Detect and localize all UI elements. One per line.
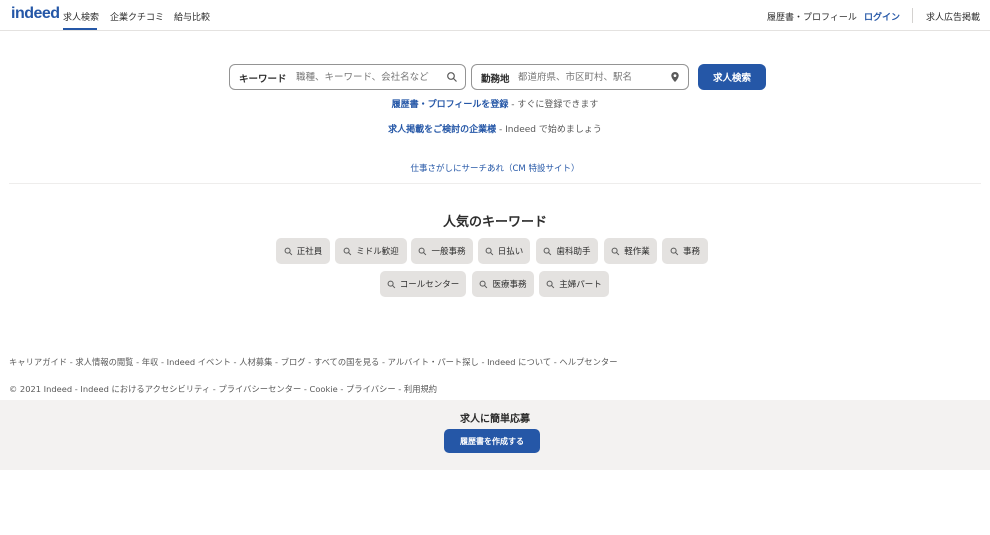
legal-link[interactable]: Indeed におけるアクセシビリティ: [80, 384, 210, 394]
link-separator: -: [379, 357, 388, 367]
keyword-chip-label: 事務: [682, 247, 700, 257]
login-link[interactable]: ログイン: [864, 10, 900, 23]
resume-register-link[interactable]: 履歴書・プロフィールを登録: [392, 100, 509, 110]
keyword-chip[interactable]: 医療事務: [472, 271, 534, 297]
keyword-chip[interactable]: コールセンター: [380, 271, 466, 297]
keyword-label: キーワード: [239, 74, 287, 85]
location-search-box[interactable]: 勤務地: [471, 64, 689, 90]
search-icon: [480, 280, 488, 288]
footer-link[interactable]: Indeed について: [487, 357, 551, 367]
legal-link[interactable]: プライバシーセンター: [218, 384, 301, 394]
footer-legal: © 2021 Indeed - Indeed におけるアクセシビリティ - プラ…: [9, 383, 437, 395]
footer-link[interactable]: ヘルプセンター: [559, 357, 617, 367]
link-separator: -: [395, 384, 404, 394]
search-icon: [387, 280, 396, 288]
keyword-chip-label: 歯科助手: [556, 247, 591, 257]
keyword-chip-label: 正社員: [296, 247, 323, 257]
nav-company-reviews[interactable]: 企業クチコミ: [110, 10, 164, 23]
footer-link[interactable]: ブログ: [281, 357, 306, 367]
keyword-chip[interactable]: 主婦パート: [539, 271, 609, 297]
link-separator: -: [301, 384, 310, 394]
search-icon: [485, 247, 494, 255]
footer-link[interactable]: キャリアガイド: [9, 357, 67, 367]
keyword-chip-label: 日払い: [497, 247, 524, 257]
link-separator: -: [158, 357, 167, 367]
link-separator: -: [305, 357, 314, 367]
keyword-chip[interactable]: 正社員: [276, 238, 330, 264]
employer-promo: 求人掲載をご検討の企業様 - Indeed で始めましょう: [0, 122, 990, 135]
link-separator: -: [133, 357, 142, 367]
search-icon: [670, 247, 679, 255]
employers-link[interactable]: 求人広告掲載: [926, 10, 980, 23]
footer-link[interactable]: アルバイト・パート探し: [388, 357, 479, 367]
location-input[interactable]: [518, 68, 668, 86]
keyword-chip[interactable]: 事務: [662, 238, 708, 264]
resume-profile-link[interactable]: 履歴書・プロフィール: [767, 10, 857, 23]
keyword-chip-label: 一般事務: [431, 247, 466, 257]
search-icon: [343, 247, 352, 255]
keyword-chip[interactable]: 一般事務: [411, 238, 473, 264]
create-resume-button[interactable]: 履歴書を作成する: [444, 429, 540, 453]
legal-link[interactable]: プライバシー: [346, 384, 396, 394]
keyword-chip-label: 主婦パート: [559, 280, 602, 290]
easy-apply-section: 求人に簡単応募 履歴書を作成する: [0, 400, 990, 470]
keyword-chip-label: 軽作業: [624, 247, 650, 257]
location-label: 勤務地: [481, 74, 510, 85]
resume-promo-text: - すぐに登録できます: [508, 100, 599, 110]
footer-link[interactable]: 人材募集: [239, 357, 272, 367]
link-separator: -: [337, 384, 346, 394]
employer-post-link[interactable]: 求人掲載をご検討の企業様: [388, 125, 496, 135]
section-divider: [9, 183, 981, 184]
keyword-search-box[interactable]: キーワード: [229, 64, 466, 90]
link-separator: -: [230, 357, 240, 367]
employer-promo-text: - Indeed で始めましょう: [496, 125, 602, 135]
header-divider: [912, 8, 913, 23]
nav-salary[interactable]: 給与比較: [174, 10, 210, 23]
search-icon: [544, 247, 552, 255]
footer-link[interactable]: すべての国を見る: [314, 357, 379, 367]
top-header: indeed 求人検索 企業クチコミ 給与比較 履歴書・プロフィール ログイン …: [0, 0, 990, 31]
cm-site-link[interactable]: 仕事さがしにサーチあれ（CM 特設サイト）: [0, 162, 990, 174]
footer-link[interactable]: Indeed イベント: [167, 357, 231, 367]
link-separator: -: [272, 357, 281, 367]
easy-apply-title: 求人に簡単応募: [460, 414, 530, 425]
link-separator: -: [478, 357, 488, 367]
search-icon: [284, 247, 293, 255]
location-pin-icon: [671, 72, 679, 82]
footer-links: キャリアガイド - 求人情報の閲覧 - 年収 - Indeed イベント - 人…: [9, 356, 618, 368]
keyword-chip[interactable]: ミドル歓迎: [335, 238, 407, 264]
legal-link[interactable]: Cookie: [310, 384, 338, 394]
keyword-chip[interactable]: 日払い: [478, 238, 530, 264]
footer-link[interactable]: 年収: [142, 357, 159, 367]
nav-job-search[interactable]: 求人検索: [63, 10, 99, 23]
keyword-chip[interactable]: 軽作業: [604, 238, 657, 264]
keyword-chip[interactable]: 歯科助手: [536, 238, 598, 264]
footer-link[interactable]: 求人情報の閲覧: [75, 357, 133, 367]
nav-active-underline: [63, 28, 97, 30]
keyword-chip-label: ミドル歓迎: [356, 247, 399, 257]
legal-link[interactable]: 利用規約: [404, 384, 437, 394]
search-icon: [546, 280, 555, 288]
search-icon: [419, 247, 427, 255]
popular-keywords-title: 人気のキーワード: [442, 215, 547, 230]
indeed-logo[interactable]: indeed: [11, 5, 60, 23]
keyword-chip-label: コールセンター: [399, 280, 460, 290]
keyword-input[interactable]: [296, 68, 446, 86]
search-icon: [447, 72, 457, 82]
resume-promo: 履歴書・プロフィールを登録 - すぐに登録できます: [0, 97, 990, 110]
search-icon: [611, 247, 620, 255]
copyright-text: © 2021 Indeed: [9, 384, 73, 394]
job-search-button[interactable]: 求人検索: [698, 64, 766, 90]
keyword-chip-label: 医療事務: [492, 280, 527, 290]
